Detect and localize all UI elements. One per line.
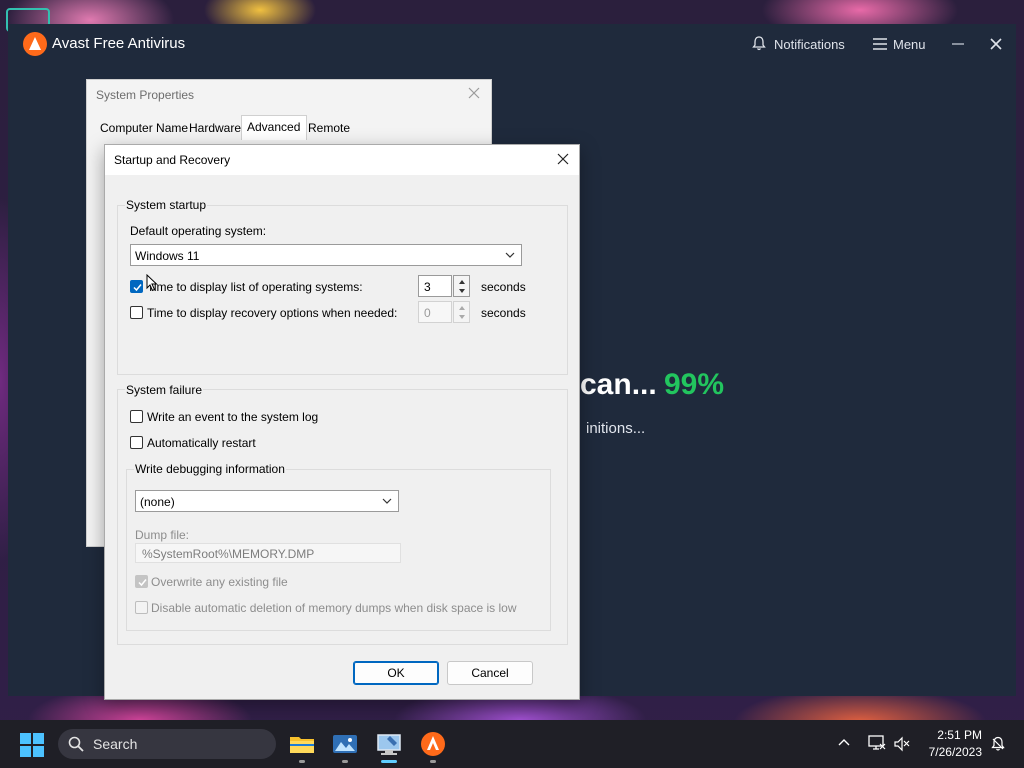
checkmark-icon	[138, 579, 147, 587]
spin-up-icon[interactable]	[459, 280, 465, 284]
menu-button[interactable]: Menu	[893, 37, 926, 52]
dump-file-label: Dump file:	[135, 528, 190, 542]
hamburger-menu-icon[interactable]	[873, 38, 887, 50]
default-os-label: Default operating system:	[130, 224, 267, 238]
app-indicator	[430, 760, 436, 763]
app-indicator	[342, 760, 348, 763]
default-os-value: Windows 11	[135, 249, 200, 263]
auto-restart-label: Automatically restart	[147, 436, 256, 450]
file-explorer-icon[interactable]	[288, 730, 316, 758]
scan-title: can...	[580, 368, 657, 401]
bell-icon[interactable]	[752, 36, 766, 51]
cancel-button[interactable]: Cancel	[447, 661, 533, 685]
startup-recovery-dialog: Startup and Recovery System startup Defa…	[104, 144, 580, 700]
ok-button[interactable]: OK	[353, 661, 439, 685]
recovery-seconds-input: 0	[418, 301, 452, 323]
system-failure-label: System failure	[125, 383, 204, 397]
debug-info-value: (none)	[140, 495, 175, 509]
notification-center-icon[interactable]	[990, 736, 1006, 752]
clock-date[interactable]: 7/26/2023	[920, 745, 982, 759]
spin-down-icon	[459, 315, 465, 319]
display-list-seconds-value: 3	[424, 280, 431, 294]
avast-logo-icon	[23, 32, 47, 56]
windows-start-icon[interactable]	[20, 733, 44, 757]
close-icon[interactable]	[467, 86, 481, 100]
scan-subtitle: initions...	[586, 420, 646, 437]
tab-hardware[interactable]: Hardware	[189, 121, 241, 135]
recovery-seconds-value: 0	[424, 306, 431, 320]
overwrite-label: Overwrite any existing file	[151, 575, 288, 589]
avast-titlebar: Avast Free Antivirus Notifications Menu	[8, 24, 1016, 64]
display-list-seconds-input[interactable]: 3	[418, 275, 452, 297]
display-list-label: Time to display list of operating system…	[147, 280, 363, 294]
disable-auto-delete-label: Disable automatic deletion of memory dum…	[151, 601, 517, 615]
minimize-button[interactable]	[950, 36, 966, 52]
app-indicator	[299, 760, 305, 763]
search-icon	[68, 736, 84, 752]
mouse-cursor-icon	[146, 274, 158, 292]
notifications-button[interactable]: Notifications	[774, 37, 845, 52]
display-list-spinner[interactable]	[453, 275, 470, 297]
photos-icon[interactable]	[331, 730, 359, 758]
close-button[interactable]	[988, 36, 1004, 52]
system-properties-title: System Properties	[96, 88, 195, 102]
overwrite-checkbox	[135, 575, 148, 588]
system-startup-label: System startup	[125, 198, 208, 212]
avast-icon[interactable]	[419, 730, 447, 758]
dialog-title: Startup and Recovery	[114, 153, 231, 167]
chevron-up-icon[interactable]	[838, 738, 850, 746]
recovery-spinner	[453, 301, 470, 323]
recovery-options-label: Time to display recovery options when ne…	[147, 306, 398, 320]
default-os-dropdown[interactable]: Windows 11	[130, 244, 522, 266]
tab-remote[interactable]: Remote	[308, 121, 350, 135]
display-list-checkbox[interactable]	[130, 280, 143, 293]
display-list-unit: seconds	[481, 280, 526, 294]
system-properties-icon[interactable]	[375, 730, 403, 758]
taskbar-search[interactable]: Search	[58, 729, 276, 759]
disable-auto-delete-checkbox	[135, 601, 148, 614]
spin-up-icon	[459, 306, 465, 310]
dialog-titlebar: Startup and Recovery	[105, 145, 579, 175]
debug-info-dropdown[interactable]: (none)	[135, 490, 399, 512]
dump-file-value: %SystemRoot%\MEMORY.DMP	[142, 547, 315, 561]
spin-down-icon[interactable]	[459, 289, 465, 293]
close-icon[interactable]	[556, 152, 570, 166]
chevron-down-icon	[505, 252, 515, 258]
volume-muted-icon[interactable]	[894, 736, 910, 752]
scan-percent: 99%	[664, 368, 725, 401]
tab-advanced[interactable]: Advanced	[247, 120, 300, 134]
avast-title: Avast Free Antivirus	[52, 35, 186, 52]
taskbar: Search 2:51 PM 7/26/2023	[0, 720, 1024, 768]
recovery-options-checkbox[interactable]	[130, 306, 143, 319]
write-event-label: Write an event to the system log	[147, 410, 319, 424]
recovery-unit: seconds	[481, 306, 526, 320]
network-icon[interactable]	[868, 735, 886, 751]
write-event-checkbox[interactable]	[130, 410, 143, 423]
clock-time[interactable]: 2:51 PM	[930, 728, 982, 742]
search-label: Search	[93, 736, 138, 752]
tab-computer-name[interactable]: Computer Name	[100, 121, 188, 135]
checkmark-icon	[133, 284, 142, 292]
auto-restart-checkbox[interactable]	[130, 436, 143, 449]
chevron-down-icon	[382, 498, 392, 504]
debug-info-label: Write debugging information	[134, 462, 286, 476]
dump-file-input: %SystemRoot%\MEMORY.DMP	[135, 543, 401, 563]
active-app-indicator	[381, 760, 397, 763]
